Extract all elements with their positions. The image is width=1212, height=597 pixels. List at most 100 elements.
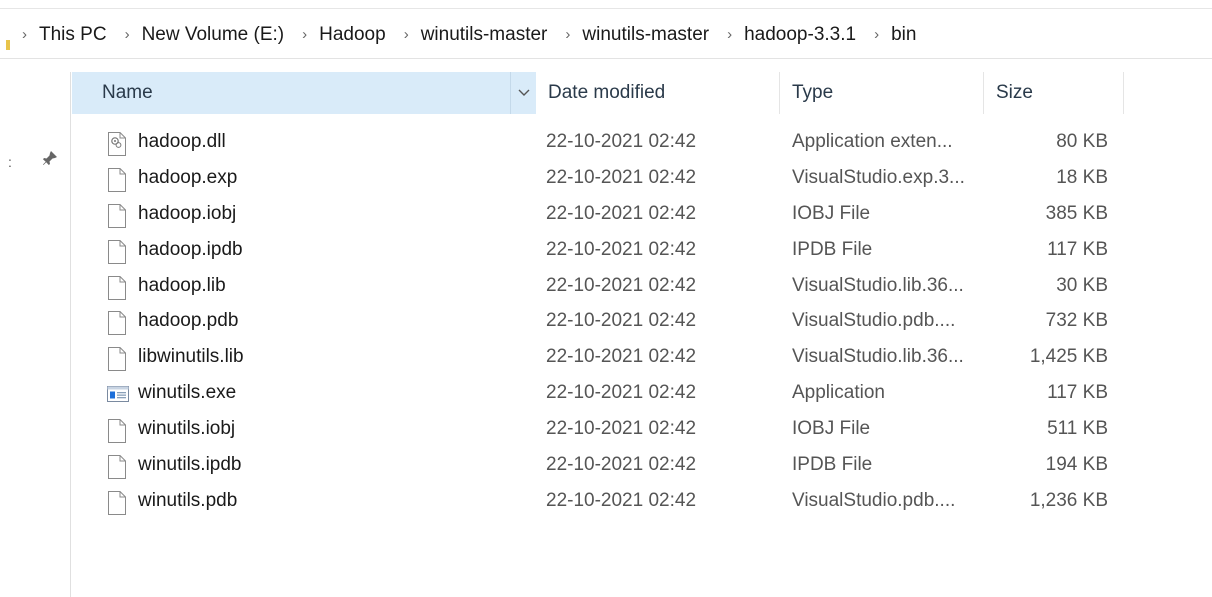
- pin-icon[interactable]: [42, 150, 58, 166]
- file-date-modified: 22-10-2021 02:42: [546, 346, 697, 368]
- file-date-modified: 22-10-2021 02:42: [546, 489, 697, 511]
- column-header-name[interactable]: Name: [72, 72, 510, 114]
- chevron-right-icon[interactable]: ›: [565, 26, 570, 43]
- file-date-modified: 22-10-2021 02:42: [546, 382, 697, 404]
- file-type: Application: [792, 382, 885, 404]
- chevron-right-icon[interactable]: ›: [22, 26, 27, 43]
- file-type: VisualStudio.pdb....: [792, 489, 956, 511]
- breadcrumb-item[interactable]: New Volume (E:): [142, 24, 285, 46]
- navigation-pane: [0, 60, 70, 597]
- folder-icon: [6, 40, 10, 50]
- file-type: IPDB File: [792, 454, 873, 476]
- file-date-modified: 22-10-2021 02:42: [546, 131, 697, 152]
- column-header-name-label: Name: [102, 82, 153, 103]
- file-icon: [106, 275, 128, 301]
- file-name: winutils.ipdb: [138, 454, 242, 476]
- chevron-right-icon[interactable]: ›: [874, 26, 879, 43]
- file-date-modified: 22-10-2021 02:42: [546, 310, 697, 332]
- file-icon: [106, 310, 128, 336]
- file-type: Application exten...: [792, 131, 953, 152]
- file-icon: [106, 203, 128, 229]
- file-row[interactable]: hadoop.iobj 22-10-2021 02:42 IOBJ File 385 …: [100, 197, 1120, 233]
- file-size: 30 KB: [1056, 274, 1108, 296]
- file-date-modified: 22-10-2021 02:42: [546, 418, 697, 440]
- file-name: winutils.exe: [138, 382, 237, 404]
- file-row[interactable]: hadoop.pdb 22-10-2021 02:42 VisualStudio.p…: [100, 304, 1120, 340]
- column-header-date[interactable]: Date modified: [536, 72, 780, 114]
- file-row[interactable]: hadoop.dll 22-10-2021 02:42 Application ex…: [100, 125, 1120, 161]
- file-date-modified: 22-10-2021 02:42: [546, 238, 697, 260]
- file-name: libwinutils.lib: [138, 346, 244, 368]
- column-header-row: ˄ Name Date modified Type Size: [72, 70, 1124, 114]
- file-name: winutils.iobj: [138, 418, 236, 440]
- file-size: 732 KB: [1045, 310, 1108, 332]
- breadcrumb-item[interactable]: winutils-master: [582, 24, 709, 46]
- file-icon: [106, 454, 128, 480]
- chevron-right-icon[interactable]: ›: [125, 26, 130, 43]
- chevron-right-icon[interactable]: ›: [302, 26, 307, 43]
- file-name: hadoop.iobj: [138, 202, 237, 224]
- file-name: hadoop.dll: [138, 131, 226, 152]
- dll-file-icon: [106, 131, 128, 157]
- file-icon: [106, 239, 128, 265]
- file-icon: [106, 418, 128, 444]
- file-size: 1,236 KB: [1029, 489, 1108, 511]
- file-row[interactable]: winutils.iobj 22-10-2021 02:42 IOBJ File 51…: [100, 412, 1120, 448]
- file-size: 194 KB: [1045, 454, 1108, 476]
- file-type: IOBJ File: [792, 418, 871, 440]
- column-header-size[interactable]: Size: [984, 72, 1124, 114]
- exe-file-icon: [106, 382, 129, 408]
- file-type: VisualStudio.pdb....: [792, 310, 956, 332]
- file-date-modified: 22-10-2021 02:42: [546, 166, 697, 188]
- file-name: winutils.pdb: [138, 489, 238, 511]
- file-size: 18 KB: [1056, 166, 1108, 188]
- file-type: VisualStudio.lib.36...: [792, 346, 964, 368]
- file-row[interactable]: libwinutils.lib 22-10-2021 02:42 VisualStu…: [100, 340, 1120, 376]
- file-name: hadoop.pdb: [138, 310, 239, 332]
- chevron-right-icon[interactable]: ›: [727, 26, 732, 43]
- file-icon: [106, 490, 128, 516]
- file-size: 511 KB: [1047, 418, 1108, 440]
- file-row[interactable]: hadoop.ipdb 22-10-2021 02:42 IPDB File 117 …: [100, 233, 1120, 269]
- file-list: hadoop.dll 22-10-2021 02:42 Application ex…: [100, 125, 1120, 520]
- column-header-type-label: Type: [792, 82, 834, 103]
- breadcrumb-item[interactable]: Hadoop: [319, 24, 386, 46]
- file-row[interactable]: winutils.exe 22-10-2021 02:42 Application 1…: [100, 376, 1120, 412]
- breadcrumb-item[interactable]: hadoop-3.3.1: [744, 24, 856, 46]
- file-row[interactable]: winutils.pdb 22-10-2021 02:42 VisualStudio…: [100, 484, 1120, 520]
- pane-divider[interactable]: [70, 72, 71, 597]
- column-filter-dropdown[interactable]: [510, 72, 536, 114]
- file-row[interactable]: hadoop.exp 22-10-2021 02:42 VisualStudio.e…: [100, 161, 1120, 197]
- file-type: IPDB File: [792, 238, 873, 260]
- file-size: 80 KB: [1056, 131, 1108, 152]
- file-name: hadoop.exp: [138, 166, 238, 188]
- nav-item-fragment: :: [8, 154, 12, 170]
- column-header-type[interactable]: Type: [780, 72, 984, 114]
- breadcrumb-item[interactable]: bin: [891, 24, 916, 46]
- file-type: VisualStudio.lib.36...: [792, 274, 964, 296]
- file-date-modified: 22-10-2021 02:42: [546, 274, 697, 296]
- breadcrumb: › This PC › New Volume (E:) › Hadoop › w…: [22, 24, 934, 46]
- file-size: 1,425 KB: [1029, 346, 1108, 368]
- window-top-border: [0, 8, 1212, 9]
- column-header-size-label: Size: [996, 82, 1033, 103]
- file-type: VisualStudio.exp.3...: [792, 166, 965, 188]
- breadcrumb-item[interactable]: This PC: [39, 24, 107, 46]
- address-bar[interactable]: › This PC › New Volume (E:) › Hadoop › w…: [0, 10, 1212, 59]
- chevron-down-icon: [518, 89, 529, 96]
- file-date-modified: 22-10-2021 02:42: [546, 202, 697, 224]
- file-size: 385 KB: [1045, 202, 1108, 224]
- chevron-right-icon[interactable]: ›: [404, 26, 409, 43]
- file-size: 117 KB: [1047, 382, 1108, 404]
- file-icon: [106, 167, 128, 193]
- file-name: hadoop.ipdb: [138, 238, 243, 260]
- file-size: 117 KB: [1047, 238, 1108, 260]
- column-header-date-label: Date modified: [548, 82, 666, 103]
- file-name: hadoop.lib: [138, 274, 226, 296]
- file-date-modified: 22-10-2021 02:42: [546, 454, 697, 476]
- file-row[interactable]: hadoop.lib 22-10-2021 02:42 VisualStudio.l…: [100, 269, 1120, 305]
- file-icon: [106, 346, 128, 372]
- file-row[interactable]: winutils.ipdb 22-10-2021 02:42 IPDB File 19…: [100, 448, 1120, 484]
- file-type: IOBJ File: [792, 202, 871, 224]
- breadcrumb-item[interactable]: winutils-master: [421, 24, 548, 46]
